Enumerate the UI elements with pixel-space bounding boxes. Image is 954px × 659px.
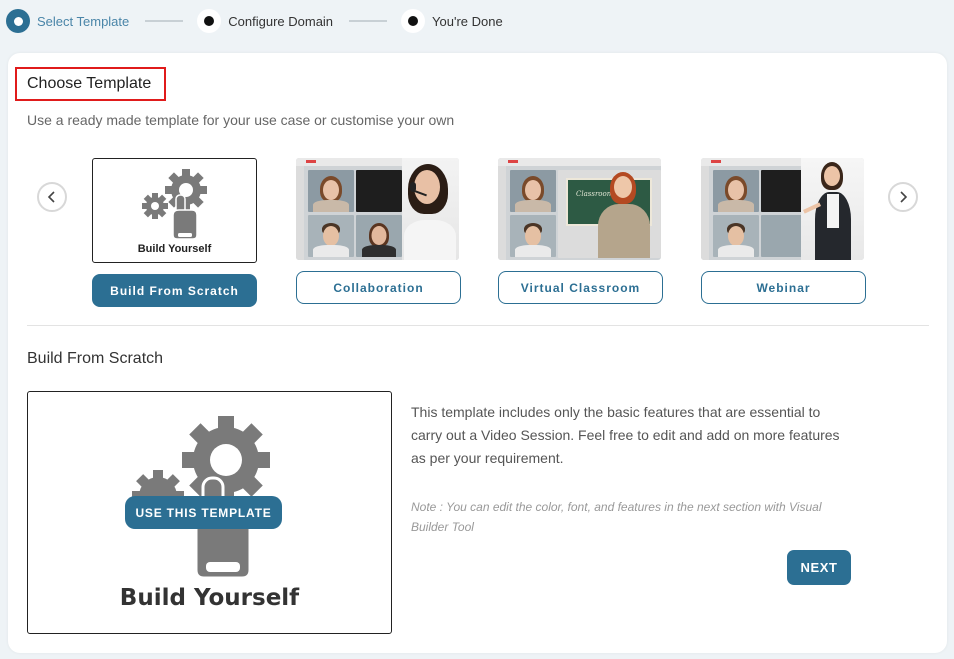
participant-tile bbox=[308, 215, 354, 257]
selected-template-title: Build From Scratch bbox=[27, 350, 164, 367]
template-option-virtual-classroom: Classroom Virtual Classroom bbox=[498, 158, 664, 304]
next-button[interactable]: NEXT bbox=[787, 550, 851, 585]
step-youre-done[interactable]: You're Done bbox=[401, 9, 503, 33]
template-thumbnail[interactable]: Classroom bbox=[498, 158, 661, 260]
gears-hand-icon bbox=[142, 169, 207, 240]
mock-sidebar bbox=[498, 166, 506, 260]
step-connector bbox=[349, 20, 388, 22]
step-select-template[interactable]: Select Template bbox=[6, 9, 129, 33]
chevron-left-icon bbox=[47, 191, 55, 203]
progress-stepper: Select Template Configure Domain You're … bbox=[6, 8, 503, 34]
preview-caption: Build Yourself bbox=[119, 585, 300, 611]
presenter-photo bbox=[402, 158, 459, 260]
template-option-collaboration: Collaboration bbox=[296, 158, 462, 304]
template-thumbnail[interactable]: Build Yourself bbox=[92, 158, 257, 263]
participant-tile bbox=[713, 215, 759, 257]
collaboration-button[interactable]: Collaboration bbox=[296, 271, 461, 304]
page-subtitle: Use a ready made template for your use c… bbox=[27, 112, 455, 128]
build-from-scratch-button[interactable]: Build From Scratch bbox=[92, 274, 257, 307]
participant-tile bbox=[713, 170, 759, 212]
page-title: Choose Template bbox=[15, 67, 166, 101]
mock-sidebar bbox=[296, 166, 304, 260]
mock-sidebar bbox=[701, 166, 709, 260]
template-preview: USE THIS TEMPLATE Build Yourself bbox=[27, 391, 392, 634]
mock-window-bar bbox=[498, 158, 661, 166]
step-label: Select Template bbox=[37, 13, 130, 29]
participant-tile bbox=[356, 215, 402, 257]
section-divider bbox=[27, 325, 929, 326]
template-description: This template includes only the basic fe… bbox=[411, 404, 840, 466]
teacher-tile: Classroom bbox=[558, 170, 661, 258]
carousel-next-button[interactable] bbox=[888, 182, 918, 212]
presenter-photo bbox=[801, 158, 864, 260]
chalkboard-text: Classroom bbox=[576, 190, 614, 198]
step-active-icon bbox=[6, 9, 30, 33]
participant-tile bbox=[356, 170, 402, 212]
step-configure-domain[interactable]: Configure Domain bbox=[197, 9, 333, 33]
step-pending-icon bbox=[197, 9, 222, 33]
webinar-button[interactable]: Webinar bbox=[701, 271, 866, 304]
gears-hand-icon bbox=[132, 416, 270, 580]
thumb-caption: Build Yourself bbox=[137, 243, 212, 255]
participant-tile bbox=[510, 215, 556, 257]
participant-tile bbox=[308, 170, 354, 212]
template-card: Choose Template Use a ready made templat… bbox=[8, 53, 947, 653]
template-thumbnail[interactable] bbox=[296, 158, 459, 260]
carousel-prev-button[interactable] bbox=[37, 182, 67, 212]
chevron-right-icon bbox=[900, 191, 908, 203]
step-label: You're Done bbox=[432, 13, 503, 29]
template-note: Note : You can edit the color, font, and… bbox=[411, 500, 822, 534]
virtual-classroom-button[interactable]: Virtual Classroom bbox=[498, 271, 663, 304]
step-connector bbox=[145, 20, 184, 22]
step-pending-icon bbox=[401, 9, 426, 33]
template-option-build-from-scratch: Build Yourself Build From Scratch bbox=[92, 158, 258, 307]
template-thumbnail[interactable] bbox=[701, 158, 864, 260]
use-this-template-button[interactable]: USE THIS TEMPLATE bbox=[125, 496, 282, 529]
template-option-webinar: Webinar bbox=[701, 158, 867, 304]
step-label: Configure Domain bbox=[228, 13, 334, 29]
participant-tile bbox=[510, 170, 556, 212]
